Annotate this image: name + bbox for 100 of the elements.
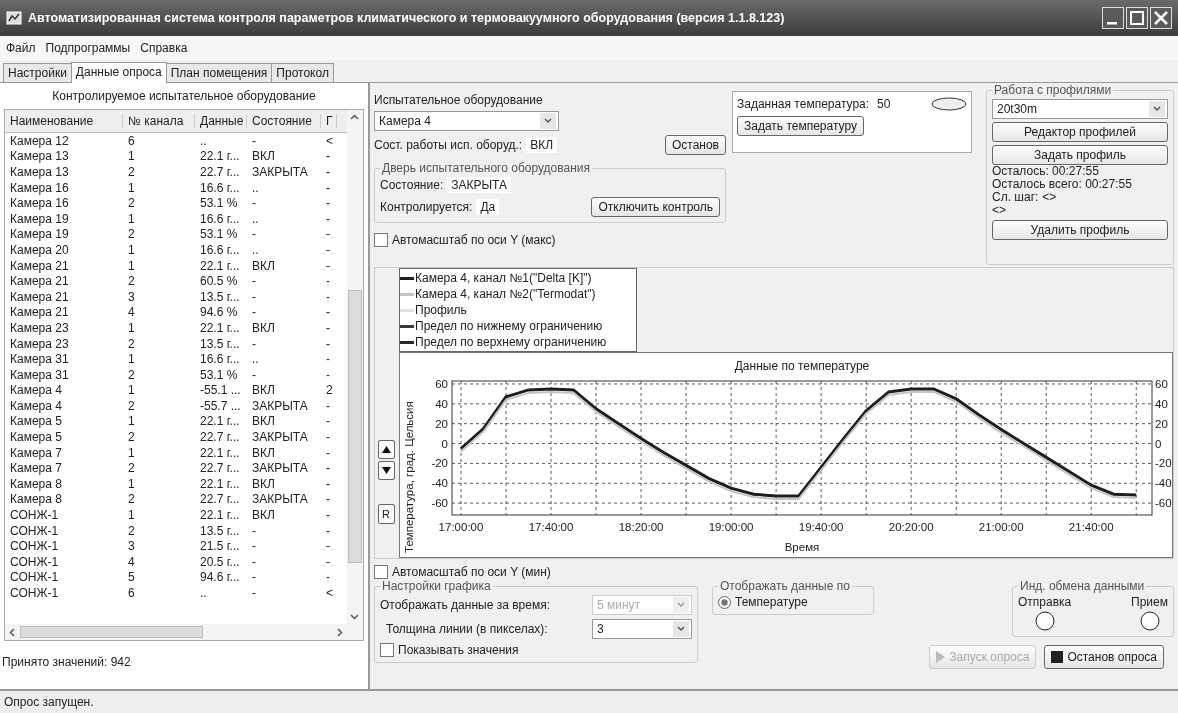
table-cell-text: 2 [127, 430, 136, 445]
scrollbar-thumb[interactable] [348, 289, 362, 563]
scale-up-button[interactable] [377, 440, 395, 459]
column-header[interactable]: Состояние [247, 114, 321, 128]
table-cell-text: 5 [127, 570, 136, 585]
table-cell-text: ВКЛ [251, 149, 276, 164]
profile-select[interactable]: 20t30m [992, 99, 1168, 119]
tick-label: 19:40:00 [798, 521, 844, 533]
legend-label: Профиль [415, 303, 467, 317]
table-cell-text: ЗАКРЫТА [251, 398, 309, 413]
tick-label: 40 [1155, 397, 1168, 410]
table-cell-text: 1 [127, 258, 136, 273]
close-icon[interactable] [1150, 7, 1172, 29]
column-header[interactable]: Г [321, 114, 337, 128]
table-cell-text: 16.6 г... [199, 352, 241, 367]
next-step-value: <> [1042, 191, 1057, 204]
tick-label: 20 [1155, 417, 1168, 430]
table-cell-text: - [325, 305, 331, 320]
equipment-select[interactable]: Камера 4 [374, 111, 559, 131]
axis-label: Температура, град. Цельсия [403, 401, 415, 553]
tab[interactable]: Настройки [3, 63, 72, 82]
table-cell-text: - [325, 523, 331, 538]
table-cell-text: - [251, 586, 257, 600]
disable-control-button[interactable]: Отключить контроль [591, 197, 720, 217]
table-cell-text: СОНЖ-1 [9, 586, 60, 600]
remaining-total-time: Осталось всего: 00:27:55 [992, 178, 1133, 191]
table-cell-text: 4 [127, 554, 136, 569]
checkbox[interactable] [374, 565, 388, 579]
tick-label: -20 [431, 457, 448, 470]
tick-label: -60 [431, 497, 448, 510]
checkbox[interactable] [380, 643, 394, 657]
table-cell-text: СОНЖ-1 [9, 539, 60, 554]
dropdown-icon [673, 621, 689, 637]
field-label: Толщина линии (в пикселах): [385, 622, 548, 636]
checkbox-label: Автомасштаб по оси Y (мин) [392, 565, 551, 579]
table-cell-text: Камера 13 [9, 165, 70, 179]
scrollbar-thumb[interactable] [20, 626, 203, 638]
table-cell-text: - [325, 554, 331, 569]
set-temperature-button[interactable]: Задать температуру [737, 116, 864, 136]
column-header[interactable]: Данные [195, 114, 247, 128]
tab[interactable]: Данные опроса [70, 62, 167, 83]
set-profile-button[interactable]: Задать профиль [992, 145, 1168, 165]
table-cell-text: - [251, 289, 257, 304]
checkbox[interactable] [374, 233, 388, 247]
stop-button[interactable]: Останов [664, 135, 726, 155]
reset-button[interactable]: R [377, 504, 395, 524]
table-cell-text: 94.6 г... [199, 570, 241, 585]
table-cell-text: Камера 21 [9, 258, 70, 273]
group-title: Работа с профилями [993, 83, 1113, 97]
field-label: Испытательное оборудование [374, 93, 544, 107]
table-cell-text: - [325, 352, 331, 367]
table-cell-text: - [251, 523, 257, 538]
table-cell-text: - [251, 227, 257, 242]
table-cell-text: Камера 13 [9, 149, 70, 164]
table-cell-text: ВКЛ [251, 258, 276, 273]
table-cell-text: Камера 8 [9, 492, 63, 507]
table-cell-text: - [325, 476, 331, 491]
menu-item[interactable]: Справка [140, 41, 188, 55]
play-icon [936, 651, 946, 663]
table-cell-text: ВКЛ [251, 508, 276, 523]
table-cell-text: - [325, 398, 331, 413]
menu-item[interactable]: Файл [6, 41, 36, 55]
table-cell-text: - [325, 211, 331, 226]
table-cell-text: 13.5 г... [199, 336, 241, 351]
tab[interactable]: Протокол [271, 63, 334, 82]
scale-down-button[interactable] [377, 461, 395, 480]
column-header[interactable]: Наименование [5, 114, 123, 128]
table-cell-text: 22.1 г... [199, 258, 241, 273]
delete-profile-button[interactable]: Удалить профиль [992, 220, 1168, 240]
table-cell-text: 22.7 г... [199, 165, 241, 179]
profile-editor-button[interactable]: Редактор профилей [992, 122, 1168, 142]
stop-icon [1051, 651, 1064, 663]
table-cell-text: Камера 31 [9, 352, 70, 367]
table-cell-text: 1 [127, 508, 136, 523]
table-cell-text: .. [199, 133, 208, 148]
table-cell-text: - [325, 492, 331, 507]
panel-title: Контролируемое испытательное оборудование [51, 88, 317, 105]
window-title: Автоматизированная система контроля параметров климатического и термовакуумного оборудования (версия 1.1.8.123) [28, 11, 786, 25]
table-cell-text: - [325, 539, 331, 554]
group-title: Дверь испытательного оборудования [381, 161, 591, 175]
legend-label: Предел по нижнему ограничению [415, 319, 603, 333]
radio-button[interactable] [718, 595, 731, 609]
tick-label: -20 [1155, 457, 1172, 470]
dropdown-icon [673, 597, 689, 613]
tab[interactable]: План помещения [165, 63, 273, 82]
column-header[interactable]: № канала [123, 114, 195, 128]
table-cell-text: 1 [127, 320, 136, 335]
menu-item[interactable]: Подпрограммы [45, 41, 131, 55]
table-cell-text: 1 [127, 180, 136, 195]
tick-label: 60 [435, 378, 448, 390]
maximize-icon[interactable] [1126, 7, 1148, 29]
app-icon [6, 11, 22, 25]
table-cell-text: - [325, 414, 331, 429]
line-width-select[interactable]: 3 [592, 619, 692, 639]
tick-label: 18:20:00 [618, 521, 664, 533]
table-cell-text: Камера 16 [9, 180, 70, 195]
minimize-icon[interactable] [1102, 7, 1124, 29]
table-cell-text: - [325, 180, 331, 195]
status-text: Опрос запущен. [4, 695, 94, 709]
stop-poll-button[interactable]: Останов опроса [1044, 645, 1164, 669]
